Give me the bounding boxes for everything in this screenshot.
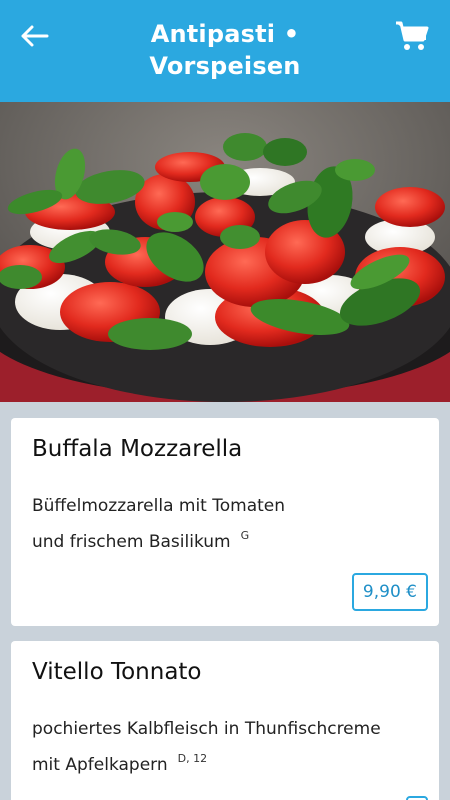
back-button[interactable] xyxy=(14,18,54,54)
app-bar: Antipasti • Vorspeisen xyxy=(0,0,450,102)
allergen-codes: G xyxy=(240,529,250,542)
menu-item-description-text: und frischem Basilikum xyxy=(32,532,231,552)
allergen-codes: D, 12 xyxy=(177,752,208,765)
shopping-cart-icon xyxy=(396,21,429,50)
page-title-line1: Antipasti • xyxy=(150,20,300,48)
menu-item-card[interactable]: Buffala Mozzarella Büffelmozzarella mit … xyxy=(11,418,439,626)
page-title: Antipasti • Vorspeisen xyxy=(90,18,360,82)
price-button[interactable] xyxy=(406,796,428,800)
cart-button[interactable] xyxy=(392,16,432,56)
caprese-salad-photo xyxy=(0,102,450,402)
arrow-left-icon xyxy=(21,25,49,47)
menu-item-description: pochiertes Kalbfleisch in Thunfischcreme… xyxy=(32,711,412,783)
page-title-line2: Vorspeisen xyxy=(149,52,301,80)
menu-item-description-line1: pochiertes Kalbfleisch in Thunfischcreme xyxy=(32,719,381,739)
menu-item-description-line2: und frischem Basilikum G xyxy=(32,524,412,560)
menu-item-name: Vitello Tonnato xyxy=(32,659,202,685)
menu-item-description-line1: Büffelmozzarella mit Tomaten xyxy=(32,496,286,516)
hero-image xyxy=(0,102,450,402)
menu-item-description-text: mit Apfelkapern xyxy=(32,755,168,775)
menu-item-name: Buffala Mozzarella xyxy=(32,436,243,462)
menu-item-description: Büffelmozzarella mit Tomaten und frische… xyxy=(32,488,412,560)
price-button[interactable]: 9,90 € xyxy=(351,573,428,611)
menu-item-description-line2: mit Apfelkapern D, 12 xyxy=(32,747,412,783)
menu-item-card[interactable]: Vitello Tonnato pochiertes Kalbfleisch i… xyxy=(11,641,439,800)
